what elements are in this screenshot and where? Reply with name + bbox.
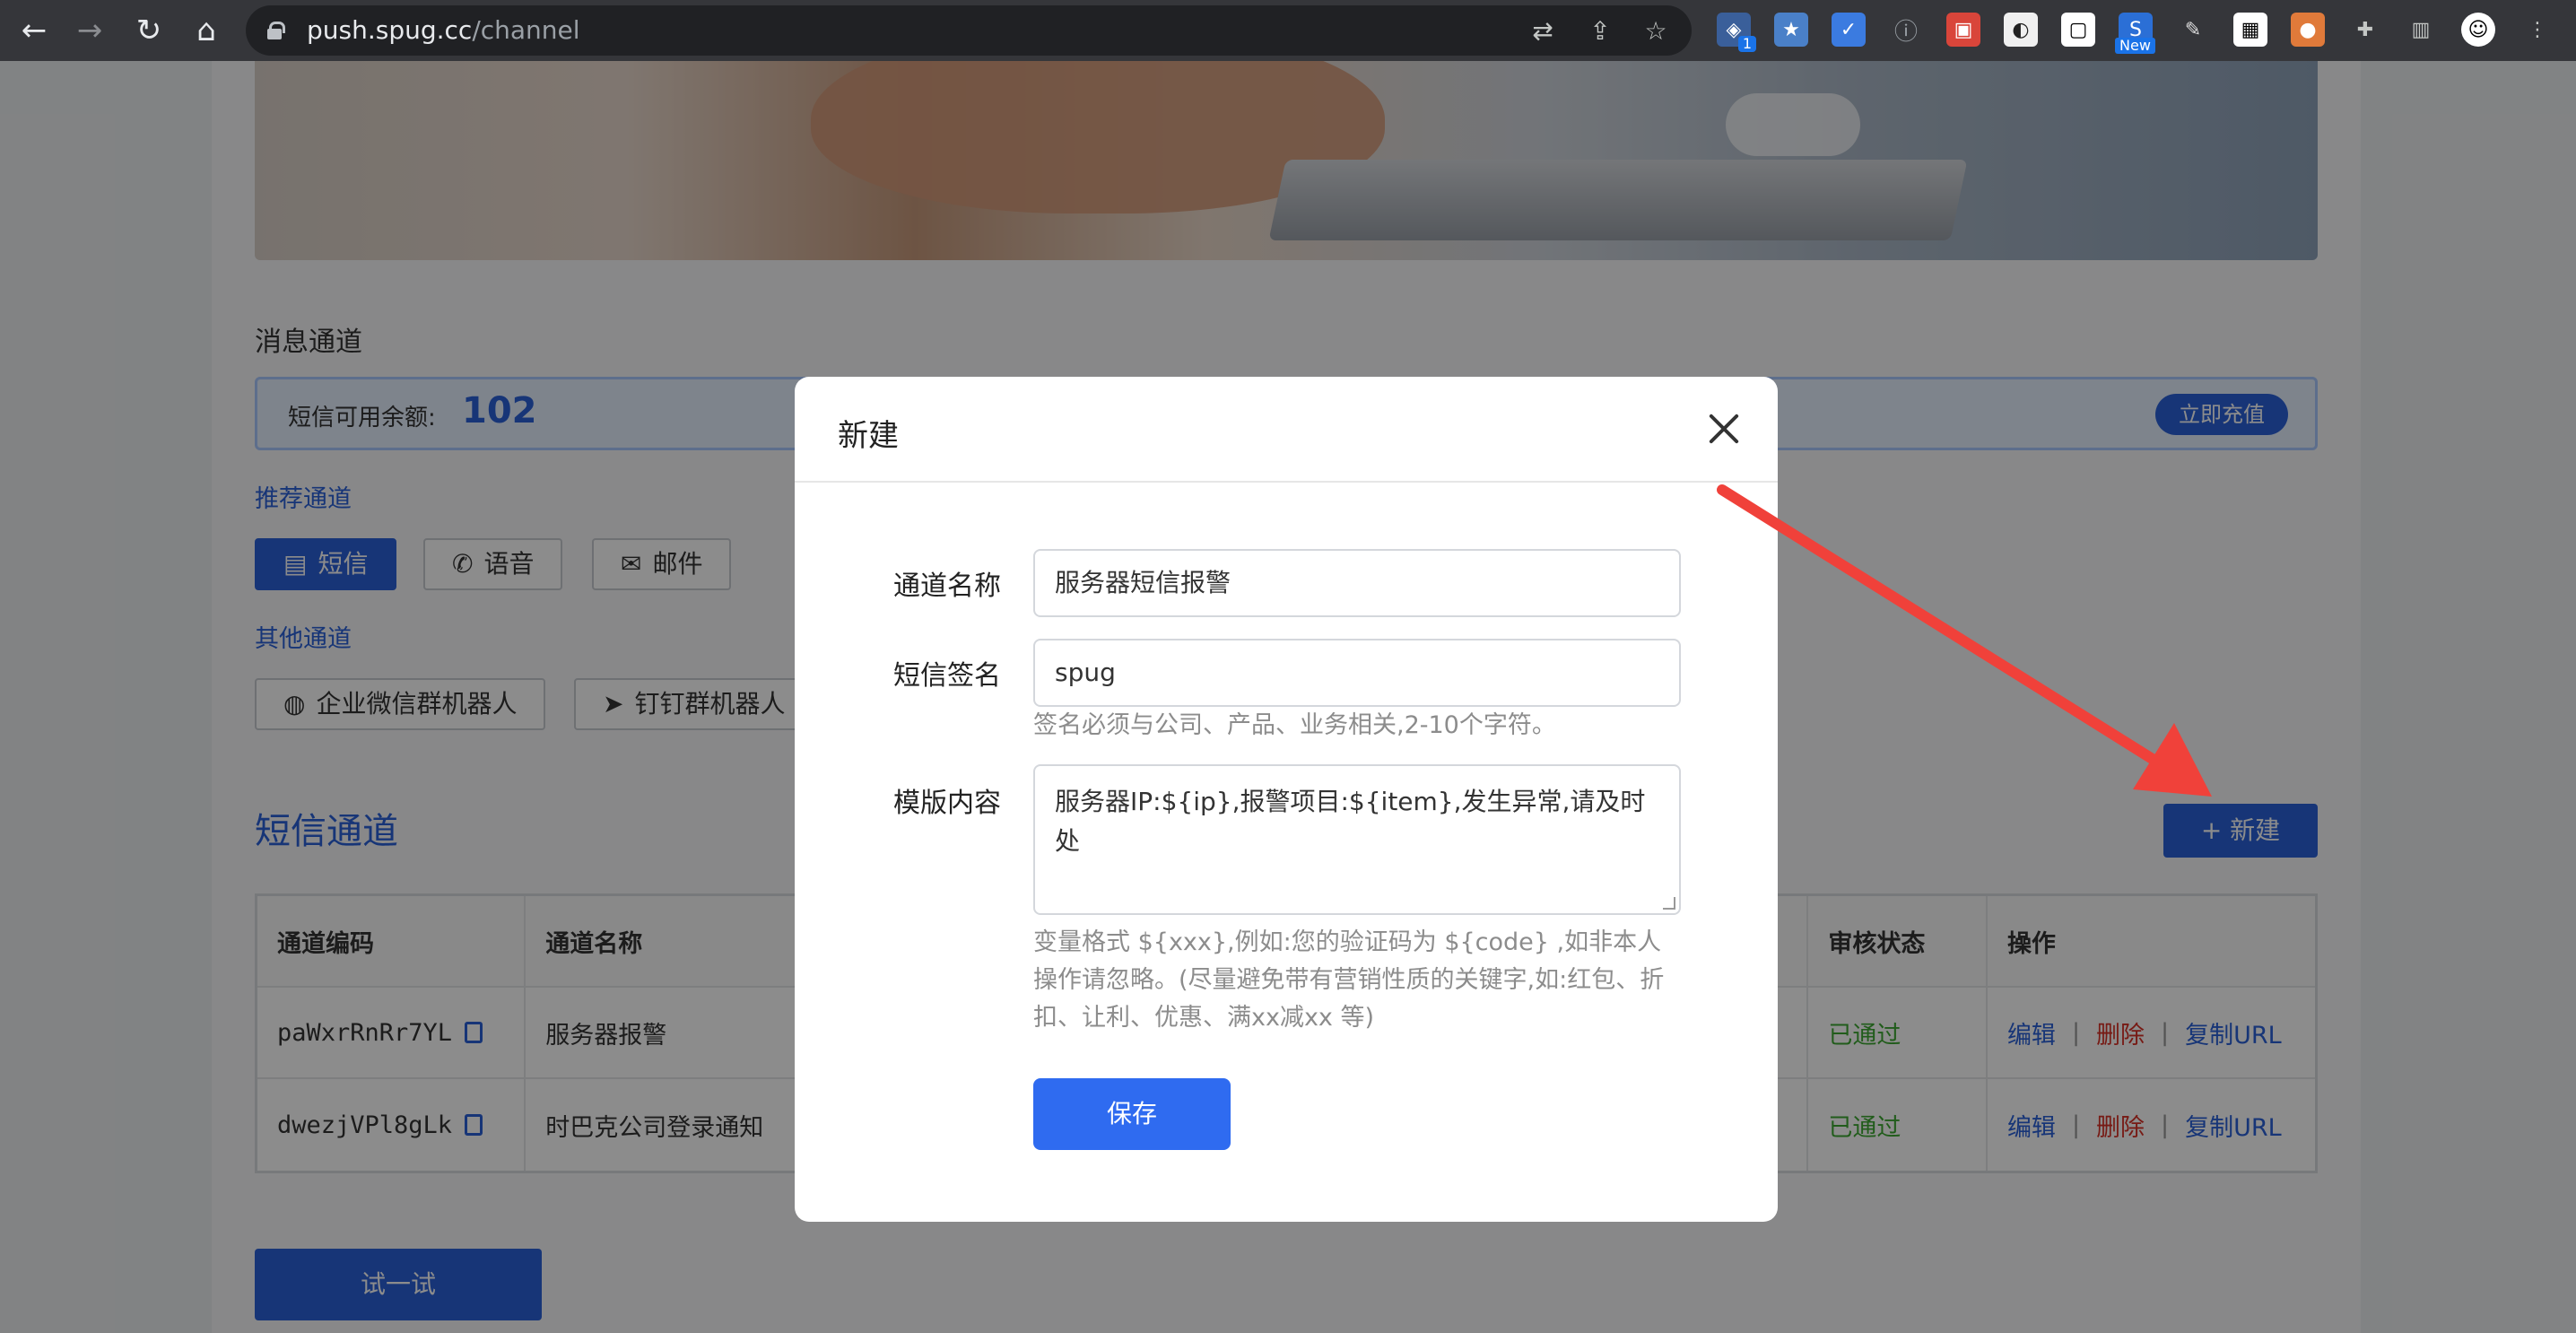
sms-sign-help: 签名必须与公司、产品、业务相关,2-10个字符。: [1033, 711, 1556, 739]
template-textarea[interactable]: 服务器IP:${ip},报警项目:${item},发生异常,请及时处: [1033, 764, 1681, 915]
template-text: 服务器IP:${ip},报警项目:${item},发生异常,请及时处: [1055, 787, 1646, 856]
forward-icon[interactable]: →: [68, 9, 111, 52]
reload-icon[interactable]: ↻: [127, 9, 170, 52]
lock-icon[interactable]: [267, 22, 285, 39]
sms-sign-input[interactable]: spug: [1033, 639, 1681, 707]
side-panel-icon[interactable]: ▥: [2404, 13, 2438, 47]
save-button[interactable]: 保存: [1033, 1078, 1231, 1150]
extension-red-icon[interactable]: ▣: [1946, 13, 1980, 47]
dialog-title: 新建: [838, 418, 899, 454]
extension-s-icon[interactable]: S New: [2115, 13, 2155, 54]
url-text[interactable]: push.spug.cc/channel: [307, 14, 580, 47]
channel-name-input[interactable]: 服务器短信报警: [1033, 549, 1681, 617]
extension-star-icon[interactable]: ★: [1774, 13, 1808, 47]
resize-handle-icon[interactable]: [1663, 897, 1675, 910]
back-icon[interactable]: ←: [13, 9, 56, 52]
translate-icon[interactable]: ⇄: [1527, 14, 1559, 47]
browser-toolbar: ← → ↻ ⌂ push.spug.cc/channel ⇄ ⇪ ☆ ◈ 1 ★ …: [0, 0, 2576, 61]
template-label: 模版内容: [893, 788, 1001, 819]
extension-pocket-icon[interactable]: ✓: [1832, 13, 1866, 47]
share-icon[interactable]: ⇪: [1584, 14, 1616, 47]
extension-pen-icon[interactable]: ✎: [2176, 13, 2210, 47]
dialog-header: 新建: [795, 377, 1778, 483]
extensions-puzzle-icon[interactable]: ✚: [2348, 13, 2382, 47]
address-bar[interactable]: push.spug.cc/channel ⇄ ⇪ ☆: [246, 5, 1692, 56]
new-channel-dialog: 新建 通道名称 服务器短信报警 短信签名 spug 签名必须与公司、产品、业务相…: [795, 377, 1778, 1222]
extension-qr-icon[interactable]: ▦: [2233, 13, 2267, 47]
profile-avatar-icon[interactable]: ☺: [2461, 13, 2495, 47]
home-icon[interactable]: ⌂: [185, 9, 228, 52]
extension-network-icon[interactable]: ◈ 1: [1717, 13, 1756, 52]
browser-menu-icon[interactable]: ⋮: [2520, 13, 2554, 47]
sms-sign-label: 短信签名: [893, 660, 1001, 692]
extension-swirl-icon[interactable]: ◐: [2004, 13, 2038, 47]
template-help: 变量格式 ${xxx},例如:您的验证码为 ${code} ,如非本人操作请忽略…: [1033, 928, 1665, 1032]
extension-info-icon[interactable]: ⓘ: [1889, 13, 1923, 47]
channel-name-label: 通道名称: [893, 571, 1001, 602]
bookmark-star-icon[interactable]: ☆: [1640, 14, 1672, 47]
extension-notion-icon[interactable]: ▢: [2061, 13, 2095, 47]
close-icon[interactable]: [1706, 411, 1742, 447]
extension-monkey-icon[interactable]: ●: [2291, 13, 2325, 47]
